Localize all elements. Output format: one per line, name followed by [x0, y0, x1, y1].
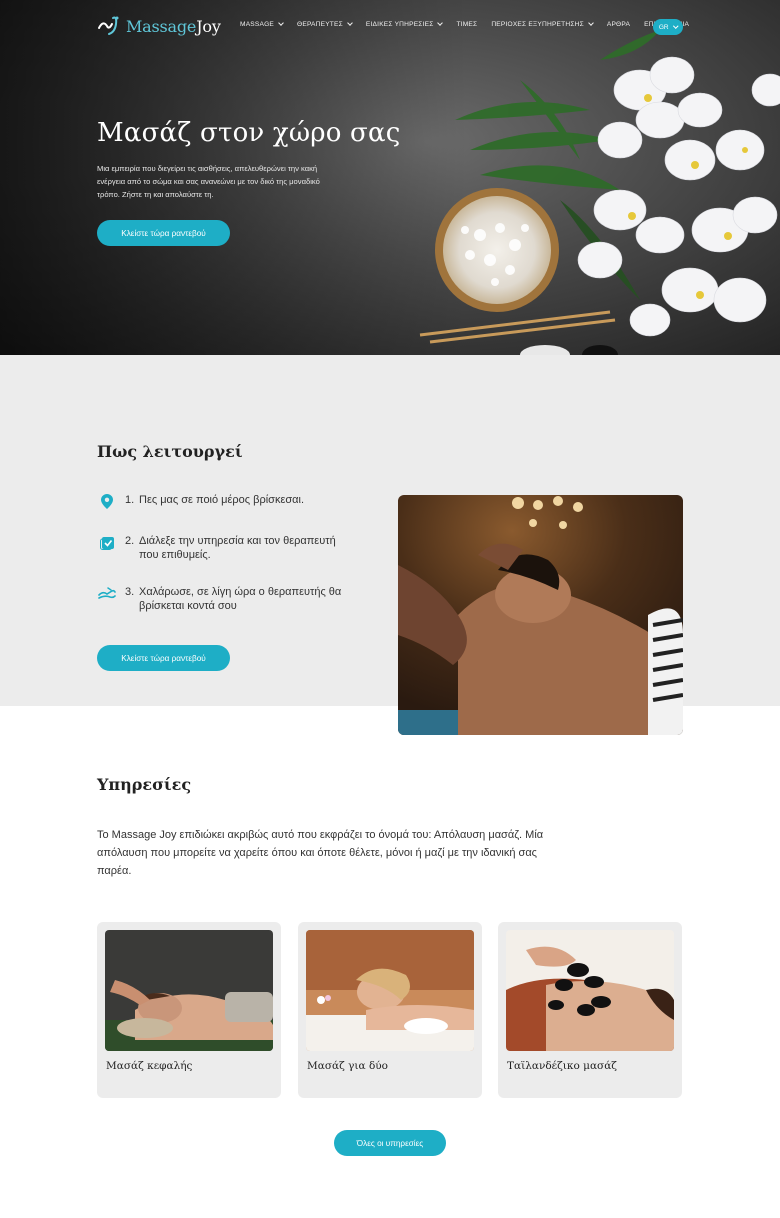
step-item: 3. Χαλάρωσε, σε λίγη ώρα ο θεραπευτής θα… — [97, 585, 349, 613]
how-book-appointment-button[interactable]: Κλείστε τώρα ραντεβού — [97, 645, 230, 671]
nav-item-articles[interactable]: ΑΡΘΡΑ — [607, 21, 630, 28]
brand-name: MassageJoy — [126, 16, 221, 36]
services-title: Υπηρεσίες — [97, 775, 192, 794]
nav-item-service-areas[interactable]: ΠΕΡΙΟΧΕΣ ΕΞΥΠΗΡΕΤΗΣΗΣ — [491, 20, 594, 28]
language-selector[interactable]: GR — [653, 19, 683, 35]
top-navigation: MassageJoy MASSAGE ΘΕΡΑΠΕΥΤΕΣ ΕΙΔΙΚΕΣ ΥΠ… — [0, 0, 780, 55]
head-massage-photo — [398, 495, 683, 735]
location-pin-icon — [97, 493, 117, 509]
brand-logo[interactable]: MassageJoy — [97, 14, 221, 38]
nav-item-therapists[interactable]: ΘΕΡΑΠΕΥΤΕΣ — [297, 20, 353, 28]
chevron-down-icon — [278, 20, 284, 26]
head-massage-image — [105, 930, 273, 1051]
hero-section: MassageJoy MASSAGE ΘΕΡΑΠΕΥΤΕΣ ΕΙΔΙΚΕΣ ΥΠ… — [0, 0, 780, 355]
hot-stone-massage-image — [506, 930, 674, 1051]
relax-hand-icon — [97, 585, 117, 601]
service-card-title: Μασάζ κεφαλής — [106, 1060, 193, 1072]
hero-book-appointment-button[interactable]: Κλείστε τώρα ραντεβού — [97, 220, 230, 246]
step-item: 1. Πες μας σε ποιό μέρος βρίσκεσαι. — [97, 493, 349, 509]
step-item: 2. Διάλεξε την υπηρεσία και τον θεραπευτ… — [97, 534, 349, 562]
services-intro: Το Massage Joy επιδιώκει ακριβώς αυτό πο… — [97, 829, 544, 877]
nav-menu: MASSAGE ΘΕΡΑΠΕΥΤΕΣ ΕΙΔΙΚΕΣ ΥΠΗΡΕΣΙΕΣ ΤΙΜ… — [240, 20, 689, 28]
service-card-title: Ταϊλανδέζικο μασάζ — [507, 1060, 617, 1072]
chevron-down-icon — [347, 20, 353, 26]
chevron-down-icon — [588, 20, 594, 26]
service-card-title: Μασάζ για δύο — [307, 1060, 388, 1072]
checkbox-icon — [97, 534, 117, 550]
massagejoy-logo-icon — [98, 16, 119, 35]
hero-title: Μασάζ στον χώρο σας — [97, 118, 401, 148]
nav-item-prices[interactable]: ΤΙΜΕΣ — [456, 21, 477, 28]
how-it-works-title: Πως λειτουργεί — [97, 442, 243, 461]
nav-item-special-services[interactable]: ΕΙΔΙΚΕΣ ΥΠΗΡΕΣΙΕΣ — [366, 20, 444, 28]
service-card-head-massage[interactable]: Μασάζ κεφαλής — [97, 922, 281, 1098]
service-card-couples-massage[interactable]: Μασάζ για δύο — [298, 922, 482, 1098]
chevron-down-icon — [437, 20, 444, 26]
chevron-down-icon — [672, 23, 678, 28]
hero-subtitle: Μια εμπειρία που διεγείρει τις αισθήσεις… — [97, 164, 320, 199]
service-card-thai-massage[interactable]: Ταϊλανδέζικο μασάζ — [498, 922, 682, 1098]
nav-item-massage[interactable]: MASSAGE — [240, 20, 284, 28]
all-services-button[interactable]: Όλες οι υπηρεσίες — [334, 1130, 446, 1156]
couples-massage-image — [306, 930, 474, 1051]
